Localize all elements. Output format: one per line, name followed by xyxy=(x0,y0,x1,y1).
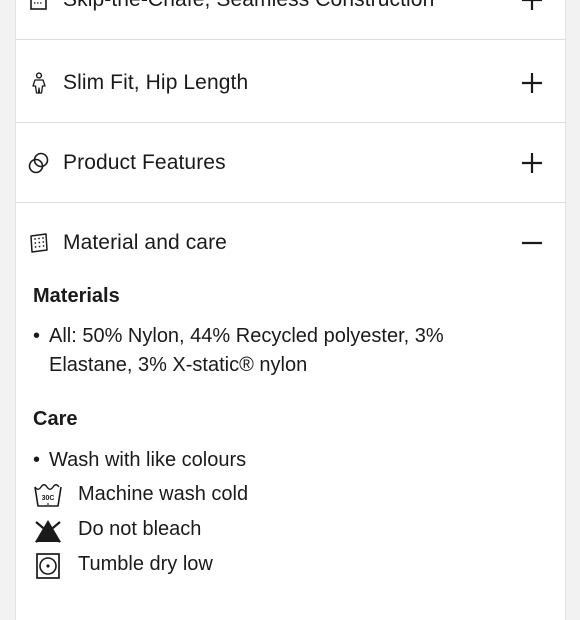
plus-icon[interactable] xyxy=(521,72,543,94)
care-item-label: Do not bleach xyxy=(78,518,202,540)
accordion-item-seamless-construction[interactable]: Skip-the-Chafe, Seamless Construction xyxy=(16,0,565,40)
accordion-item-label: Slim Fit, Hip Length xyxy=(63,71,249,94)
materials-heading: Materials xyxy=(33,285,120,307)
care-list-item: • Wash with like colours xyxy=(33,446,533,475)
plus-icon[interactable] xyxy=(521,152,543,174)
care-heading: Care xyxy=(33,408,78,430)
materials-list-item: • All: 50% Nylon, 44% Recycled polyester… xyxy=(33,322,533,380)
accordion-item-label: Product Features xyxy=(63,150,226,174)
materials-line-1: All: 50% Nylon, 44% Recycled polyester, … xyxy=(49,325,444,347)
tumble-dry-low-icon xyxy=(36,553,60,579)
no-bleach-icon xyxy=(35,520,61,543)
accordion-item-product-features[interactable]: Product Features xyxy=(16,123,565,203)
care-item-label: Machine wash cold xyxy=(78,483,249,505)
care-item-machine-wash: 30C Machine wash cold xyxy=(33,480,533,512)
bullet-dot: • xyxy=(33,449,41,471)
wash-temp-text: 30C xyxy=(42,495,55,502)
care-item-label: Tumble dry low xyxy=(78,553,213,575)
materials-line-2: Elastane, 3% X-static® nylon xyxy=(49,354,308,376)
accordion-item-label: Skip-the-Chafe, Seamless Construction xyxy=(63,0,434,12)
care-item-tumble-dry: Tumble dry low xyxy=(33,550,533,582)
fabric-icon xyxy=(30,232,48,253)
accordion-item-label: Material and care xyxy=(63,230,227,254)
care-bullet-text: Wash with like colours xyxy=(49,449,247,471)
plus-icon[interactable] xyxy=(521,0,543,11)
fit-figure-icon xyxy=(32,72,46,94)
minus-icon[interactable] xyxy=(521,232,543,254)
wash-30c-icon: 30C xyxy=(34,484,62,507)
accordion-item-slim-fit[interactable]: Slim Fit, Hip Length xyxy=(16,44,565,123)
features-icon xyxy=(28,152,49,173)
care-item-no-bleach: Do not bleach xyxy=(33,515,533,547)
bullet-dot: • xyxy=(33,325,41,347)
seam-icon xyxy=(30,0,47,10)
accordion-item-material-care[interactable]: Material and care xyxy=(16,203,565,282)
product-details-accordion: Skip-the-Chafe, Seamless Construction Sl… xyxy=(15,0,566,620)
